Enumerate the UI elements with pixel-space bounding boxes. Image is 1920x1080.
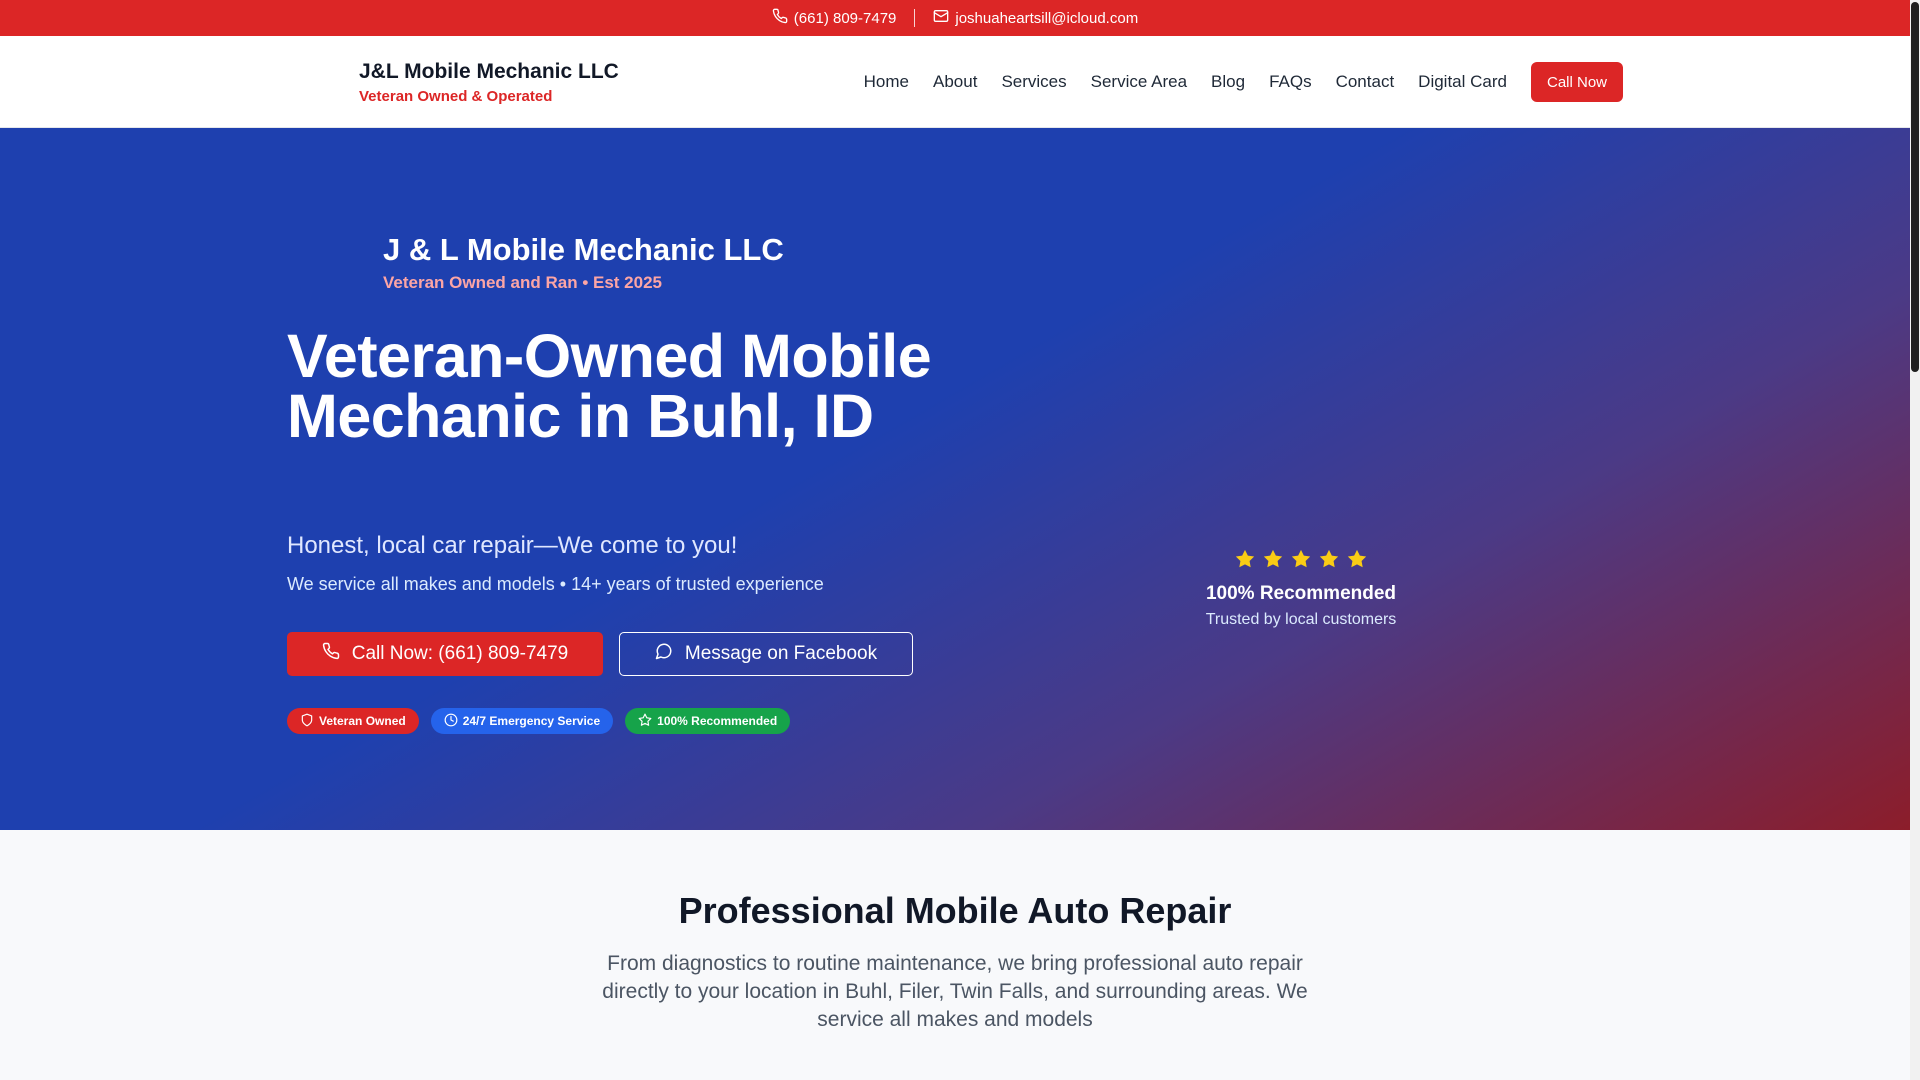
chat-bubble-icon: [655, 642, 673, 666]
top-contact-bar: (661) 809-7479 joshuaheartsill@icloud.co…: [0, 0, 1910, 36]
badge-veteran-owned: Veteran Owned: [287, 708, 419, 734]
nav-about[interactable]: About: [933, 72, 977, 92]
page: (661) 809-7479 joshuaheartsill@icloud.co…: [0, 0, 1920, 1080]
nav-faqs[interactable]: FAQs: [1269, 72, 1312, 92]
brand-tagline: Veteran Owned & Operated: [359, 88, 553, 105]
brand-name: J&L Mobile Mechanic LLC: [359, 60, 619, 83]
phone-icon: [322, 642, 340, 666]
section-title: Professional Mobile Auto Repair: [678, 890, 1232, 931]
main-nav: Home About Services Service Area Blog FA…: [840, 62, 1623, 102]
message-on-facebook-label: Message on Facebook: [684, 643, 878, 664]
hero-description: We service all makes and models • 14+ ye…: [287, 574, 824, 594]
hero-logo-name: J & L Mobile Mechanic LLC: [383, 232, 784, 267]
hero-title: Veteran-Owned Mobile Mechanic in Buhl, I…: [287, 322, 932, 450]
hero-call-now-label: Call Now: (661) 809-7479: [351, 643, 569, 664]
services-intro-section: Professional Mobile Auto Repair From dia…: [0, 830, 1910, 1080]
mail-icon: [933, 8, 949, 28]
badge-label: 24/7 Emergency Service: [462, 714, 601, 728]
star-icon: [1346, 548, 1368, 575]
page-scrollbar[interactable]: [1910, 0, 1920, 1080]
topbar-email-text: joshuaheartsill@icloud.com: [955, 9, 1139, 27]
badge-recommended: 100% Recommended: [625, 708, 791, 734]
section-description: From diagnostics to routine maintenance,…: [602, 952, 1308, 1031]
badge-label: 100% Recommended: [657, 714, 778, 728]
star-outline-icon: [638, 713, 652, 730]
nav-home[interactable]: Home: [864, 72, 909, 92]
star-icon: [1234, 548, 1256, 575]
hero-badges: Veteran Owned 24/7 Emergency Service 100…: [287, 708, 791, 734]
brand-logo[interactable]: J&L Mobile Mechanic LLC Veteran Owned & …: [359, 60, 619, 105]
nav-blog[interactable]: Blog: [1211, 72, 1245, 92]
nav-digital-card[interactable]: Digital Card: [1418, 72, 1507, 92]
star-icon: [1262, 548, 1284, 575]
topbar-email-link[interactable]: joshuaheartsill@icloud.com: [933, 8, 1138, 28]
rating-subtitle: Trusted by local customers: [1205, 611, 1397, 628]
nav-contact[interactable]: Contact: [1336, 72, 1395, 92]
rating-card: 100% Recommended Trusted by local custom…: [1151, 548, 1451, 629]
shield-icon: [300, 713, 314, 730]
site-header: J&L Mobile Mechanic LLC Veteran Owned & …: [0, 36, 1910, 128]
header-call-now-button[interactable]: Call Now: [1530, 62, 1623, 102]
scrollbar-thumb[interactable]: [1911, 2, 1919, 372]
hero-logo-subtitle: Veteran Owned and Ran • Est 2025: [383, 273, 662, 292]
topbar-phone-link[interactable]: (661) 809-7479: [772, 8, 897, 28]
topbar-divider: [914, 9, 916, 27]
hero-tagline: Honest, local car repair—We come to you!: [287, 532, 738, 559]
phone-icon: [772, 8, 788, 28]
rating-title: 100% Recommended: [1205, 583, 1397, 604]
topbar-phone-text: (661) 809-7479: [793, 9, 897, 27]
badge-label: Veteran Owned: [319, 714, 406, 728]
nav-service-area[interactable]: Service Area: [1091, 72, 1187, 92]
message-on-facebook-button[interactable]: Message on Facebook: [619, 632, 913, 676]
star-icon: [1318, 548, 1340, 575]
hero-call-now-button[interactable]: Call Now: (661) 809-7479: [287, 632, 603, 676]
nav-services[interactable]: Services: [1001, 72, 1066, 92]
star-icon: [1290, 548, 1312, 575]
hero-section: J & L Mobile Mechanic LLC Veteran Owned …: [0, 128, 1910, 830]
clock-icon: [444, 713, 458, 730]
star-rating: [1151, 548, 1451, 575]
badge-emergency-service: 24/7 Emergency Service: [430, 708, 614, 734]
